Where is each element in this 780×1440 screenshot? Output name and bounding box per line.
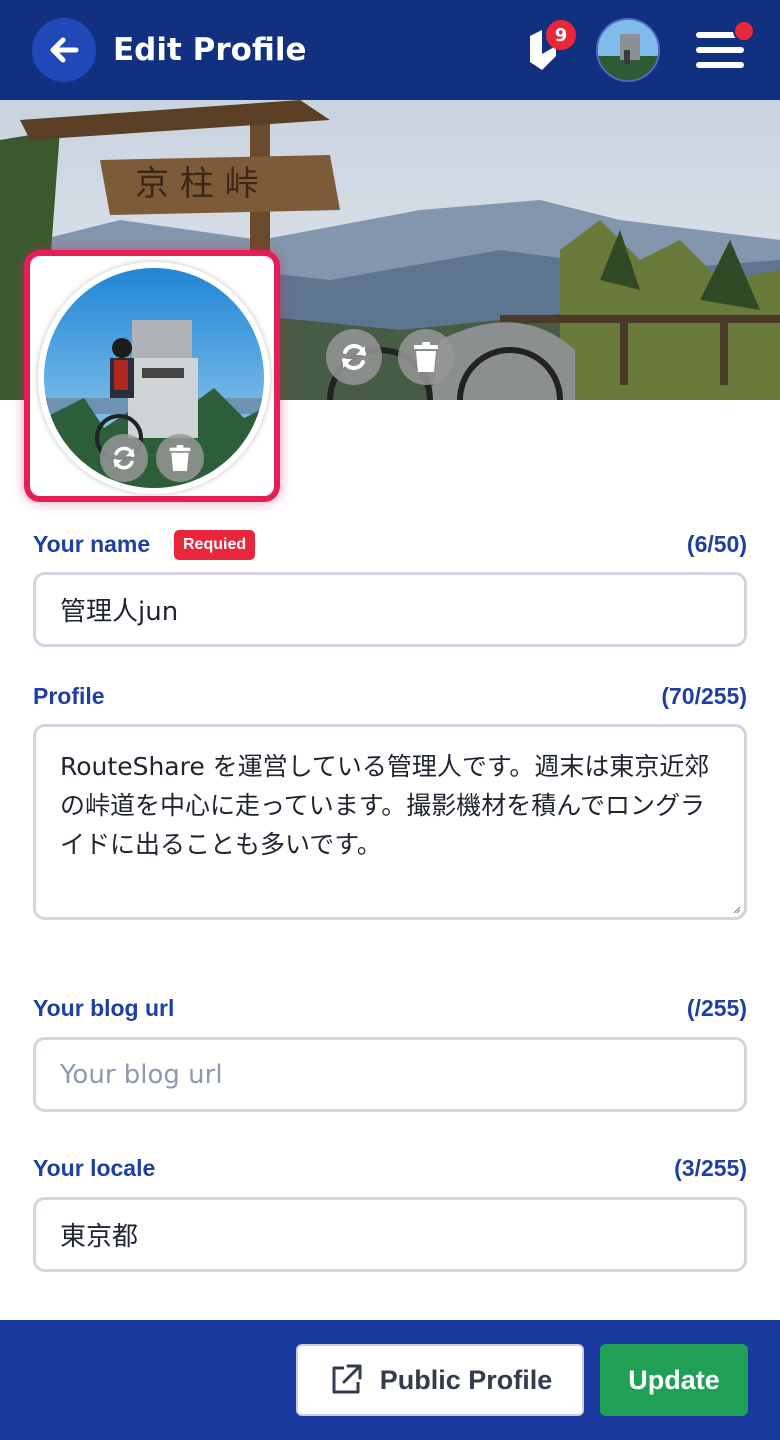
resize-grip-icon[interactable] [733,906,741,914]
profile-avatar[interactable] [38,262,270,494]
avatar-delete-button[interactable] [156,434,204,482]
cover-replace-button[interactable] [326,329,382,385]
cover-sign-text: 京 柱 峠 [135,164,259,204]
blog-counter: (/255) [686,995,747,1021]
back-button[interactable] [32,18,96,82]
profile-label: Profile [33,683,105,709]
name-input-value: 管理人jun [60,597,179,627]
public-profile-label: Public Profile [379,1364,553,1395]
profile-textarea[interactable]: RouteShare を運営している管理人です。週末は東京近郊の峠道を中心に走っ… [33,724,747,920]
notification-badge: 9 [546,20,576,50]
app-header: Edit Profile 9 [0,0,780,100]
locale-counter: (3/255) [674,1155,747,1181]
refresh-icon [113,446,135,470]
user-avatar[interactable] [596,18,660,82]
trash-icon [414,342,438,372]
arrow-left-icon [50,37,79,63]
locale-input[interactable]: 東京都 [33,1197,747,1272]
update-button[interactable]: Update [600,1344,748,1416]
menu-alert-dot [733,20,755,42]
avatar-replace-button[interactable] [100,434,148,482]
name-input[interactable]: 管理人jun [33,572,747,647]
footer-bar: Public Profile Update [0,1320,780,1440]
blog-label: Your blog url [33,995,175,1021]
cover-delete-button[interactable] [398,329,454,385]
profile-counter: (70/255) [661,683,747,709]
trash-icon [169,445,191,471]
page-title: Edit Profile [113,32,307,68]
required-badge: Requied [174,530,256,560]
avatar-highlight-frame [24,250,280,502]
external-link-icon [332,1364,362,1394]
refresh-icon [342,343,366,371]
profile-textarea-value: RouteShare を運営している管理人です。週末は東京近郊の峠道を中心に走っ… [60,752,710,859]
name-label: Your name [33,531,151,557]
locale-input-value: 東京都 [60,1222,139,1252]
avatar-photo [44,268,264,488]
avatar-photo [598,20,658,80]
name-counter: (6/50) [686,531,747,557]
public-profile-button[interactable]: Public Profile [296,1344,584,1416]
blog-url-placeholder: Your blog url [60,1059,223,1090]
blog-url-input[interactable]: Your blog url [33,1037,747,1112]
locale-label: Your locale [33,1155,156,1181]
